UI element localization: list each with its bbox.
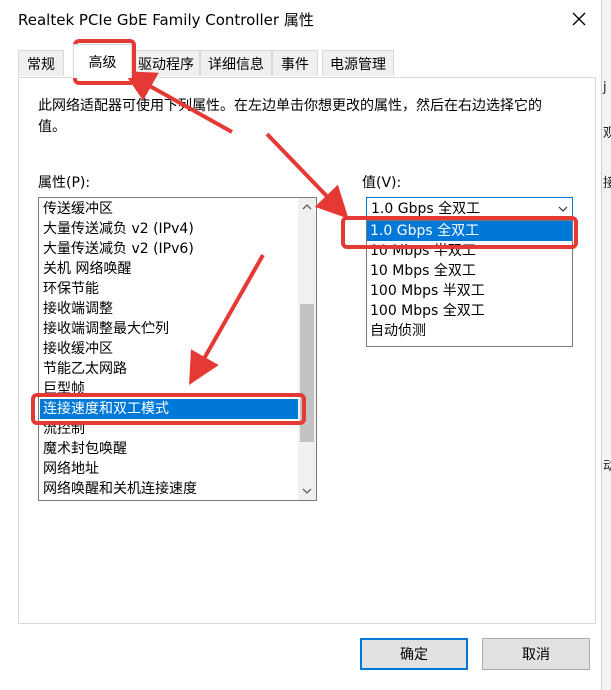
tab-driver[interactable]: 驱动程序 [132,50,200,76]
property-item[interactable]: 网络地址 [40,459,298,479]
property-item[interactable]: 传送缓冲区 [40,199,298,219]
dialog-title: Realtek PCIe GbE Family Controller 属性 [18,11,314,29]
scroll-up-button[interactable] [298,198,316,216]
properties-dialog: Realtek PCIe GbE Family Controller 属性 常规… [0,0,602,690]
close-button[interactable] [562,4,596,34]
value-dropdown-list[interactable]: 1.0 Gbps 全双工 10 Mbps 半双工 10 Mbps 全双工 100… [366,220,573,347]
value-combobox[interactable]: 1.0 Gbps 全双工 [366,197,573,221]
chevron-down-icon [558,206,568,212]
property-label: 属性(P): [38,175,91,191]
property-item[interactable]: 关机 网络唤醒 [40,259,298,279]
property-item[interactable]: 大量传送减负 v2 (IPv4) [40,219,298,239]
combobox-value: 1.0 Gbps 全双工 [371,201,481,217]
value-option[interactable]: 自动侦测 [367,321,572,341]
property-item[interactable]: 环保节能 [40,279,298,299]
property-item[interactable]: 节能乙太网路 [40,359,298,379]
ok-button[interactable]: 确定 [360,638,468,670]
tab-advanced[interactable]: 高级 [73,44,132,78]
property-item[interactable]: 大量传送减负 v2 (IPv6) [40,239,298,259]
property-list-scrollbar[interactable] [298,198,316,500]
property-item[interactable]: 魔术封包唤醒 [40,439,298,459]
property-item[interactable]: 网络唤醒和关机连接速度 [40,479,298,499]
value-option[interactable]: 100 Mbps 全双工 [367,301,572,321]
tab-power-management[interactable]: 电源管理 [322,50,394,76]
property-item[interactable]: 巨型帧 [40,379,298,399]
property-item-selected[interactable]: 连接速度和双工模式 [40,399,298,419]
property-listbox[interactable]: 传送缓冲区 大量传送减负 v2 (IPv4) 大量传送减负 v2 (IPv6) … [38,197,317,501]
scroll-down-button[interactable] [298,482,316,500]
property-item[interactable]: 接收缓冲区 [40,339,298,359]
value-option-selected[interactable]: 1.0 Gbps 全双工 [367,221,572,241]
property-item[interactable]: 接收端调整最大伫列 [40,319,298,339]
background-text-fragment: j [603,80,607,95]
close-icon [572,12,586,26]
property-item[interactable]: 接收端调整 [40,299,298,319]
background-text-fragment: 动 [603,459,611,474]
cancel-button[interactable]: 取消 [482,638,590,670]
chevron-up-icon [302,204,312,210]
background-text-fragment: 接 [603,176,611,191]
scroll-thumb[interactable] [300,304,314,442]
tab-bar: 常规 高级 驱动程序 详细信息 事件 电源管理 [18,44,598,78]
tab-details[interactable]: 详细信息 [200,50,272,76]
tab-events[interactable]: 事件 [272,50,318,76]
advanced-description: 此网络适配器可使用下列属性。在左边单击你想更改的属性，然后在右边选择它的值。 [38,98,542,135]
tab-general[interactable]: 常规 [18,50,64,76]
value-option[interactable]: 10 Mbps 半双工 [367,241,572,261]
value-option[interactable]: 100 Mbps 半双工 [367,281,572,301]
chevron-down-icon [302,488,312,494]
title-bar[interactable]: Realtek PCIe GbE Family Controller 属性 [0,0,601,38]
value-option[interactable]: 10 Mbps 全双工 [367,261,572,281]
background-text-fragment: 观 [603,126,611,141]
value-label: 值(V): [362,175,402,191]
property-item[interactable]: 流控制 [40,419,298,439]
